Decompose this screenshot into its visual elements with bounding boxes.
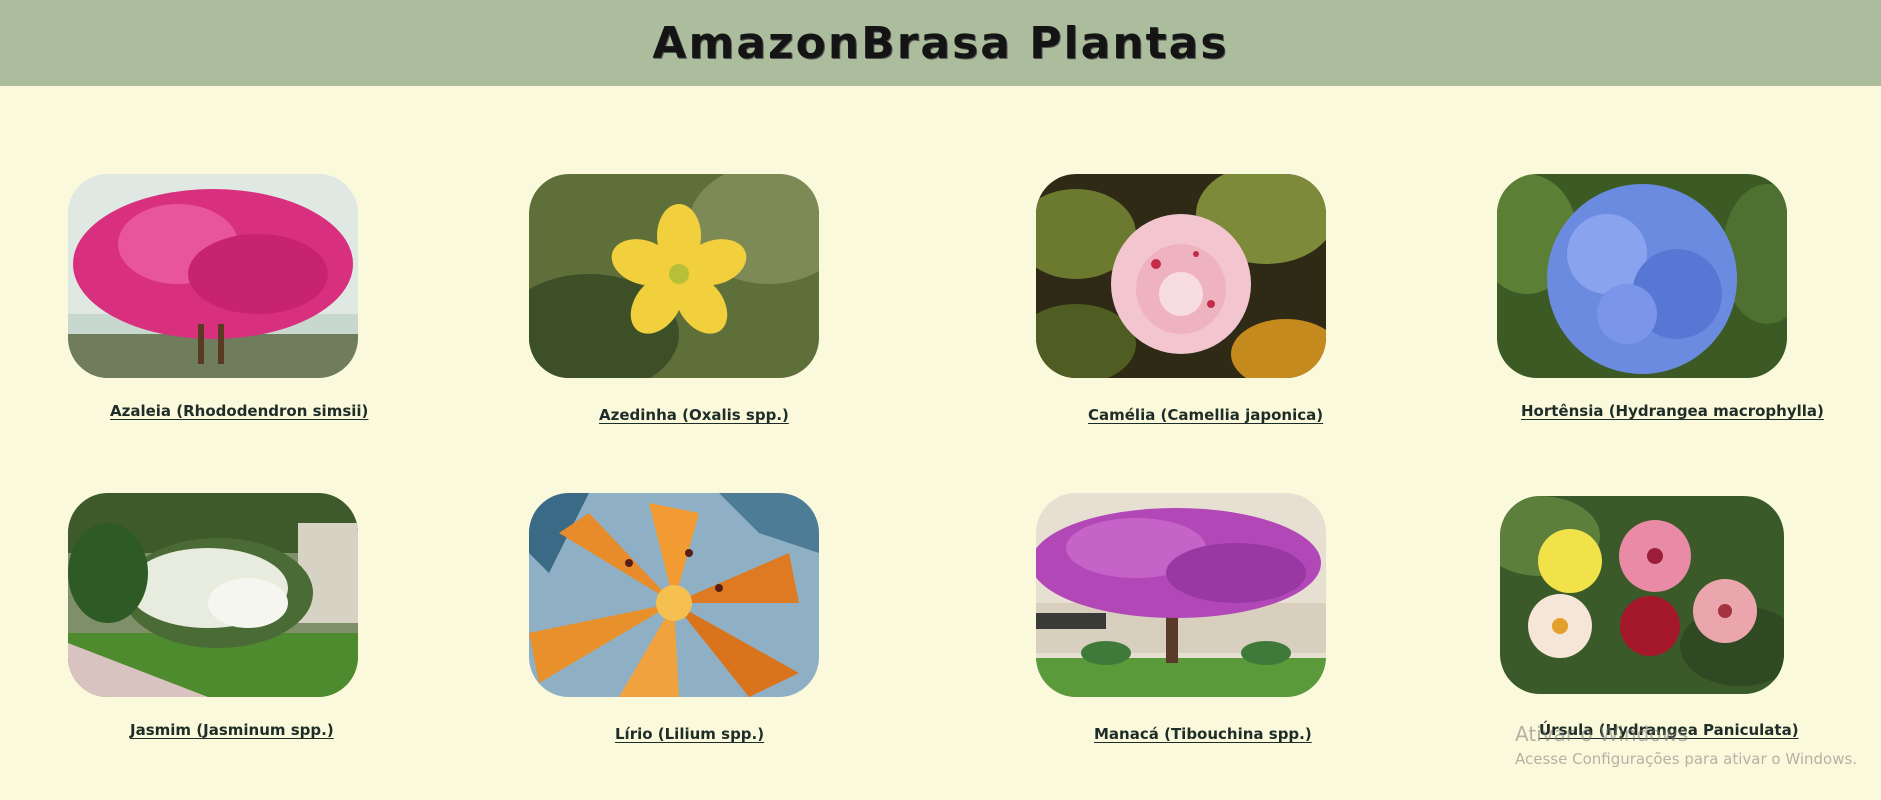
plant-link-azaleia[interactable]: Azaleia (Rhododendron simsii) (110, 402, 368, 420)
plant-image-ursula[interactable] (1500, 496, 1784, 694)
plant-image-camelia[interactable] (1036, 174, 1326, 378)
site-title: AmazonBrasa Plantas (652, 17, 1229, 69)
plant-image-hortensia[interactable] (1497, 174, 1787, 378)
plant-image-azedinha[interactable] (529, 174, 819, 378)
plant-link-jasmim[interactable]: Jasmim (Jasminum spp.) (130, 721, 334, 739)
plant-link-lirio[interactable]: Lírio (Lilium spp.) (615, 725, 764, 743)
plant-image-lirio[interactable] (529, 493, 819, 697)
watermark-subtitle: Acesse Configurações para ativar o Windo… (1515, 750, 1858, 768)
plant-image-azaleia[interactable] (68, 174, 358, 378)
plant-image-manaca[interactable] (1036, 493, 1326, 697)
plant-link-hortensia[interactable]: Hortênsia (Hydrangea macrophylla) (1521, 402, 1824, 420)
site-header: AmazonBrasa Plantas (0, 0, 1881, 86)
plant-image-jasmim[interactable] (68, 493, 358, 697)
watermark-title: Ativar o Windows (1515, 722, 1689, 746)
windows-activation-watermark: Ativar o Windows Acesse Configurações pa… (1515, 722, 1857, 768)
plant-link-camelia[interactable]: Camélia (Camellia japonica) (1088, 406, 1323, 424)
plant-link-azedinha[interactable]: Azedinha (Oxalis spp.) (599, 406, 789, 424)
plant-link-manaca[interactable]: Manacá (Tibouchina spp.) (1094, 725, 1312, 743)
